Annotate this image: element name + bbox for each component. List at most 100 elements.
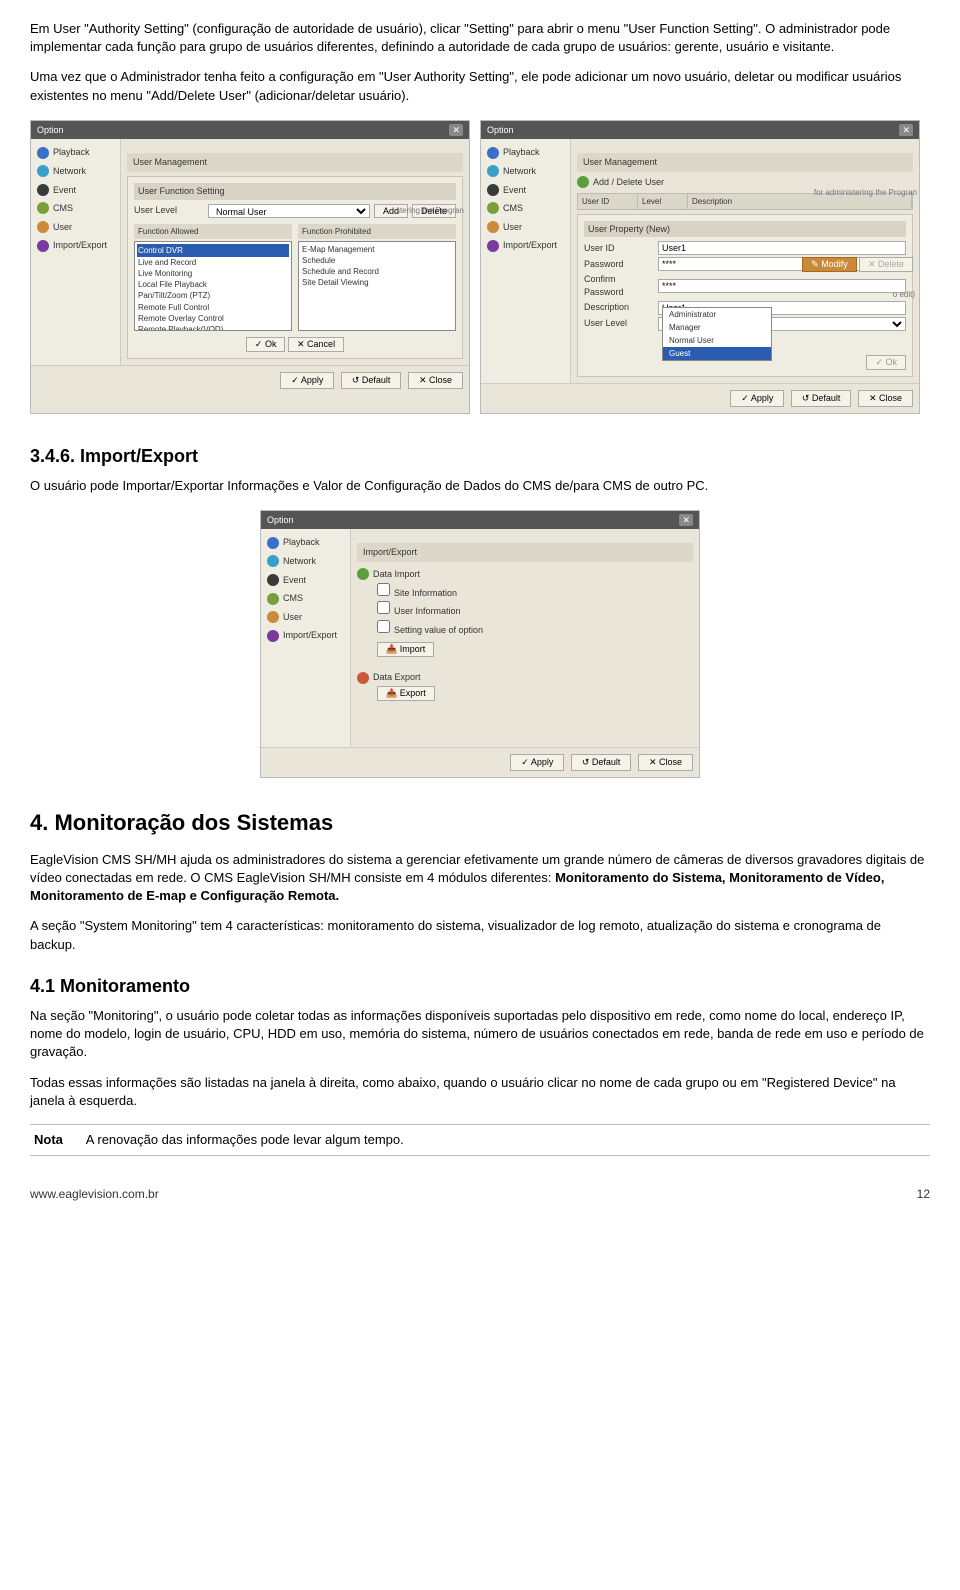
- sidebar-item-playback[interactable]: Playback: [481, 143, 570, 162]
- sidebar-item-cms[interactable]: CMS: [261, 589, 350, 608]
- modify-button[interactable]: ✎ Modify: [802, 257, 857, 272]
- setting-value-checkbox[interactable]: [377, 620, 390, 633]
- section-title: User Management: [577, 153, 913, 172]
- close-button[interactable]: ✕ Close: [638, 754, 693, 771]
- confirm-input[interactable]: [658, 279, 906, 293]
- cropped-text: stering the Progran: [396, 205, 464, 216]
- network-icon: [487, 165, 499, 177]
- note-text: A renovação das informações pode levar a…: [86, 1132, 404, 1147]
- close-button[interactable]: ✕ Close: [858, 390, 913, 407]
- user-level-label: User Level: [134, 204, 204, 217]
- desc-label: Description: [584, 301, 654, 314]
- sidebar-item-user[interactable]: User: [31, 218, 120, 237]
- sidebar-item-network[interactable]: Network: [31, 162, 120, 181]
- allowed-list[interactable]: Control DVR Live and RecordLive Monitori…: [134, 241, 292, 331]
- allowed-title: Function Allowed: [134, 224, 292, 239]
- default-button[interactable]: ↺ Default: [571, 754, 632, 771]
- window-title: Option: [487, 124, 514, 137]
- userid-label: User ID: [584, 242, 654, 255]
- user-icon: [487, 221, 499, 233]
- sidebar-item-network[interactable]: Network: [481, 162, 570, 181]
- export-icon: [357, 672, 369, 684]
- user-icon: [267, 611, 279, 623]
- network-icon: [37, 165, 49, 177]
- export-title: Data Export: [373, 671, 421, 684]
- close-icon[interactable]: ✕: [679, 514, 693, 527]
- sidebar-item-importexport[interactable]: Import/Export: [31, 236, 120, 255]
- paragraph-41a: Na seção "Monitoring", o usuário pode co…: [30, 1007, 930, 1062]
- screenshot-import-export: Option ✕ Playback Network Event CMS User …: [260, 510, 700, 778]
- prohibited-list[interactable]: E-Map ManagementSchedule Schedule and Re…: [298, 241, 456, 331]
- delete-button[interactable]: ✕ Delete: [859, 257, 913, 272]
- network-icon: [267, 555, 279, 567]
- close-icon[interactable]: ✕: [899, 124, 913, 137]
- sidebar-item-importexport[interactable]: Import/Export: [481, 236, 570, 255]
- site-info-checkbox[interactable]: [377, 583, 390, 596]
- sidebar-item-user[interactable]: User: [261, 608, 350, 627]
- screenshot-add-delete-user: Option ✕ Playback Network Event CMS User …: [480, 120, 920, 414]
- sidebar-item-playback[interactable]: Playback: [261, 533, 350, 552]
- section-title: Import/Export: [357, 543, 693, 562]
- level-dropdown-open[interactable]: Administrator Manager Normal User Guest: [662, 307, 772, 362]
- importexport-icon: [487, 240, 499, 252]
- export-button[interactable]: 📤 Export: [377, 686, 435, 701]
- window-title: Option: [37, 124, 64, 137]
- ok-button[interactable]: ✓ Ok: [246, 337, 286, 352]
- paragraph-4c: A seção "System Monitoring" tem 4 caract…: [30, 917, 930, 953]
- prohibited-title: Function Prohibited: [298, 224, 456, 239]
- userid-input[interactable]: [658, 241, 906, 255]
- cropped-text: for administering the Progran: [814, 187, 917, 198]
- sidebar-item-cms[interactable]: CMS: [31, 199, 120, 218]
- cms-icon: [267, 593, 279, 605]
- adduser-icon: [577, 176, 589, 188]
- panel-title: User Function Setting: [134, 183, 456, 200]
- sidebar: Playback Network Event CMS User Import/E…: [31, 139, 121, 364]
- paragraph-346: O usuário pode Importar/Exportar Informa…: [30, 477, 930, 495]
- import-icon: [357, 568, 369, 580]
- adddelete-title: Add / Delete User: [593, 176, 664, 189]
- note-row: Nota A renovação das informações pode le…: [30, 1124, 930, 1156]
- sidebar-item-importexport[interactable]: Import/Export: [261, 626, 350, 645]
- apply-button[interactable]: ✓ Apply: [510, 754, 564, 771]
- importexport-icon: [37, 240, 49, 252]
- level-label: User Level: [584, 317, 654, 330]
- close-button[interactable]: ✕ Close: [408, 372, 463, 389]
- sidebar-item-playback[interactable]: Playback: [31, 143, 120, 162]
- apply-button[interactable]: ✓ Apply: [730, 390, 784, 407]
- importexport-icon: [267, 630, 279, 642]
- sidebar: Playback Network Event CMS User Import/E…: [481, 139, 571, 382]
- cancel-button[interactable]: ✕ Cancel: [288, 337, 344, 352]
- close-icon[interactable]: ✕: [449, 124, 463, 137]
- ok-button[interactable]: ✓ Ok: [866, 355, 906, 370]
- footer-url: www.eaglevision.com.br: [30, 1186, 159, 1203]
- sidebar-item-event[interactable]: Event: [261, 571, 350, 590]
- playback-icon: [267, 537, 279, 549]
- event-icon: [267, 574, 279, 586]
- screenshot-user-function-setting: Option ✕ Playback Network Event CMS User …: [30, 120, 470, 414]
- paragraph-2: Uma vez que o Administrador tenha feito …: [30, 68, 930, 104]
- figure-row-1: Option ✕ Playback Network Event CMS User …: [30, 120, 930, 414]
- paragraph-1: Em User "Authority Setting" (configuraçã…: [30, 20, 930, 56]
- confirm-label: Confirm Password: [584, 273, 654, 298]
- apply-button[interactable]: ✓ Apply: [280, 372, 334, 389]
- playback-icon: [37, 147, 49, 159]
- sidebar: Playback Network Event CMS User Import/E…: [261, 529, 351, 747]
- default-button[interactable]: ↺ Default: [341, 372, 402, 389]
- heading-41: 4.1 Monitoramento: [30, 974, 930, 999]
- sidebar-item-event[interactable]: Event: [481, 181, 570, 200]
- sidebar-item-network[interactable]: Network: [261, 552, 350, 571]
- user-info-checkbox[interactable]: [377, 601, 390, 614]
- event-icon: [37, 184, 49, 196]
- sidebar-item-user[interactable]: User: [481, 218, 570, 237]
- user-level-select[interactable]: Normal User: [208, 204, 370, 218]
- cms-icon: [487, 202, 499, 214]
- paragraph-4a: EagleVision CMS SH/MH ajuda os administr…: [30, 851, 930, 906]
- note-label: Nota: [34, 1132, 63, 1147]
- default-button[interactable]: ↺ Default: [791, 390, 852, 407]
- import-title: Data Import: [373, 568, 420, 581]
- sidebar-item-cms[interactable]: CMS: [481, 199, 570, 218]
- sidebar-item-event[interactable]: Event: [31, 181, 120, 200]
- window-title: Option: [267, 514, 294, 527]
- import-button[interactable]: 📥 Import: [377, 642, 434, 657]
- paragraph-41b: Todas essas informações são listadas na …: [30, 1074, 930, 1110]
